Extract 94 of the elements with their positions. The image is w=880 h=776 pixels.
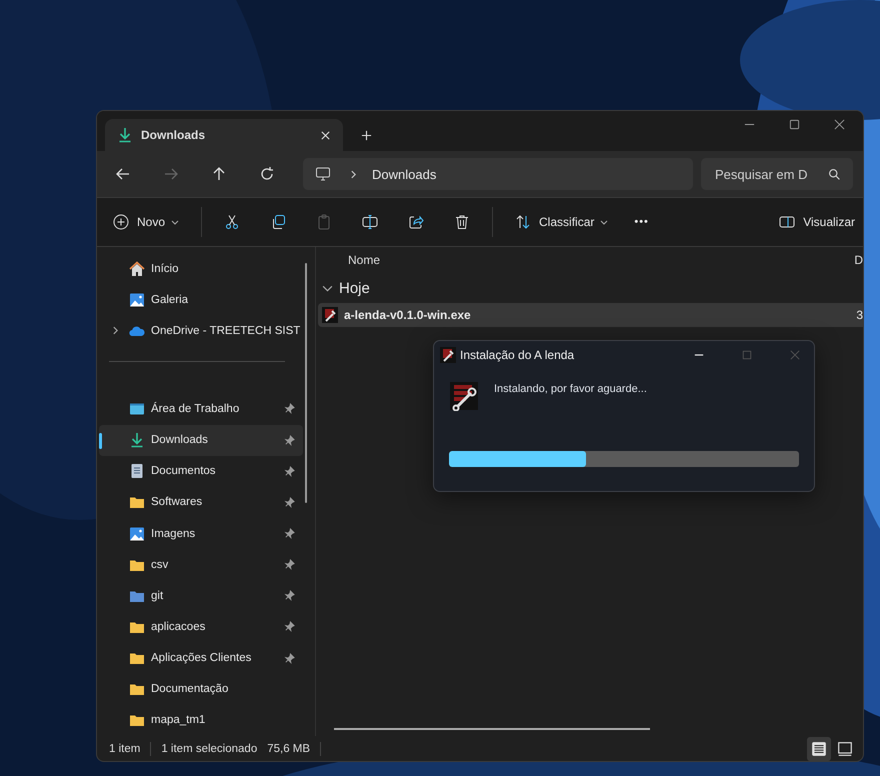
back-icon[interactable] [115,166,131,182]
tiles-icon [837,740,853,756]
app-icon [322,307,338,323]
column-header[interactable]: Nome [348,253,380,267]
sidebar-label: Aplicações Clientes [151,652,252,664]
preview-pane-icon [779,214,796,230]
sidebar-item[interactable]: Aplicações Clientes [99,642,303,674]
desktop-icon [129,400,145,417]
pin-icon[interactable] [284,590,295,602]
copy-icon[interactable] [270,214,286,230]
caret-icon [171,218,180,226]
app-icon [440,347,456,363]
download-icon [129,432,145,448]
pin-icon[interactable] [284,466,295,477]
more-button[interactable]: ••• [634,212,649,232]
close-icon[interactable] [834,119,845,130]
breadcrumb[interactable]: Downloads [372,166,436,182]
pin-icon[interactable] [284,652,295,664]
sidebar-item[interactable]: git [99,580,303,612]
home-icon [129,260,145,277]
installer-icon [450,381,478,411]
sidebar-item[interactable]: Área de Trabalho [99,393,303,425]
sort-button[interactable]: Classificar [515,210,608,234]
maximize-icon[interactable] [789,119,800,130]
sidebar-label: aplicacoes [151,620,206,633]
status-message: Instalando, por favor aguarde... [494,383,647,395]
list-icon [811,740,827,756]
image-icon [129,526,145,542]
trash-icon[interactable] [454,214,470,230]
new-button[interactable]: Novo [113,210,180,234]
pin-icon[interactable] [284,621,295,632]
sidebar-item[interactable]: aplicacoes [99,611,303,643]
image-icon [129,292,145,308]
sidebar-label: OneDrive - TREETECH SIST [151,324,300,337]
sidebar-item[interactable]: mapa_tm1 [99,704,303,736]
pin-icon[interactable] [284,528,295,540]
search-field[interactable]: Pesquisar em D [701,158,853,190]
sidebar-item[interactable]: Início [99,253,303,284]
sidebar-item[interactable]: Imagens [99,518,303,550]
caret-icon [600,218,608,226]
address-bar[interactable]: Downloads [303,158,693,190]
close-icon [790,350,800,360]
chevron-icon[interactable] [111,326,120,336]
refresh-icon[interactable] [259,166,275,182]
tab[interactable]: Downloads [105,119,343,151]
plus-icon [113,214,129,230]
sidebar-label: Imagens [151,528,196,540]
download-icon [117,127,133,143]
maximize-icon [742,350,752,360]
file-name: a-lenda-v0.1.0-win.exe [344,308,471,322]
group-header: Hoje [339,280,370,296]
selection-info: 1 item selecionado [161,742,258,754]
pin-icon[interactable] [284,434,295,446]
share-icon[interactable] [408,214,424,230]
sidebar-label: git [151,590,164,602]
sidebar-label: Softwares [151,496,204,508]
sidebar-item[interactable]: Documentação [99,674,303,705]
document-icon [129,463,145,480]
sidebar-label: Galeria [151,294,190,306]
tab-title: Downloads [141,128,206,142]
clipboard-icon[interactable] [316,214,332,230]
column-header[interactable]: D [854,253,863,267]
sidebar-label: Documentação [151,683,230,696]
up-icon[interactable] [211,166,227,182]
sidebar-item[interactable]: Downloads [99,424,303,456]
scissors-icon[interactable] [224,214,240,230]
preview-button[interactable]: Visualizar [779,210,855,234]
selection-size: 75,6 MB [267,742,310,754]
forward-icon[interactable] [163,166,179,182]
sidebar-label: Início [151,262,180,275]
sidebar-item[interactable]: Documentos [99,456,303,487]
dialog-title: Instalação do A lenda [460,348,574,362]
table-cell: 3 [856,308,863,322]
sidebar-item[interactable]: Galeria [99,284,303,316]
pin-icon[interactable] [284,403,295,414]
item-count: 1 item [109,742,140,754]
file-row[interactable]: a-lenda-v0.1.0-win.exe 3 [318,303,863,327]
sidebar-item[interactable]: OneDrive - TREETECH SIST [99,315,303,346]
pin-icon[interactable] [284,496,295,508]
monitor-icon [315,166,331,182]
sidebar-label: Documentos [151,465,217,478]
rename-icon[interactable] [362,214,378,230]
new-tab-icon[interactable] [361,130,372,141]
chevron-icon [349,170,358,178]
search-icon [828,168,841,181]
sidebar-label: csv [151,558,170,571]
sort-icon [515,214,532,230]
pin-icon[interactable] [284,559,295,570]
sidebar-item[interactable]: Softwares [99,486,303,518]
sidebar-label: Área de Trabalho [151,402,240,415]
sidebar-label: mapa_tm1 [151,714,206,726]
sidebar-item[interactable]: csv [99,549,303,580]
details-view-button[interactable] [807,736,831,760]
sidebar-label: Downloads [151,434,209,446]
